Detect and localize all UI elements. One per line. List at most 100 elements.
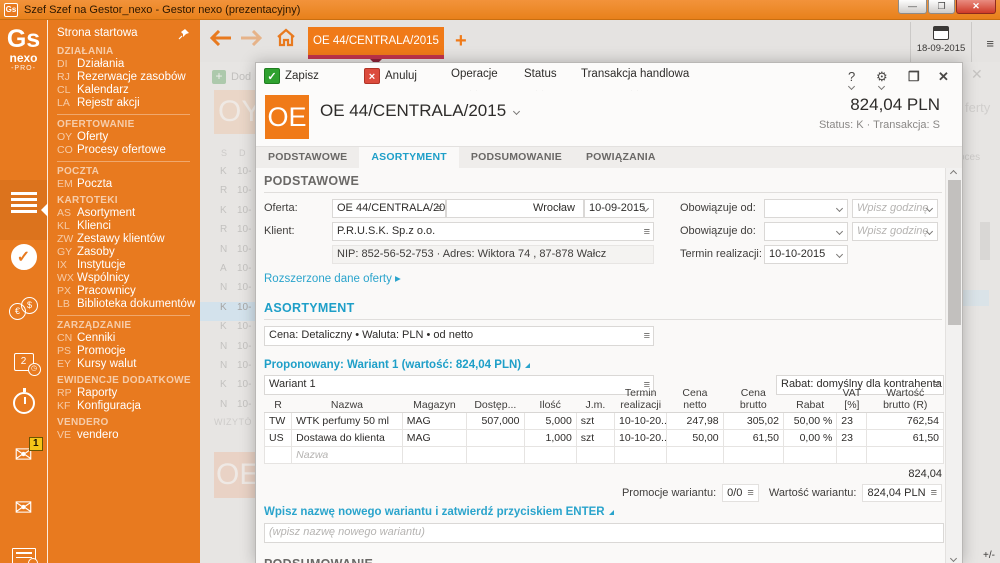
table-cell[interactable] bbox=[402, 447, 466, 464]
table-column-header[interactable]: Dostęp... bbox=[467, 386, 524, 413]
table-cell[interactable] bbox=[867, 447, 944, 464]
sidebar-item-gy[interactable]: GYZasoby bbox=[57, 246, 200, 259]
inbox-mail-icon[interactable]: ✉1 bbox=[0, 445, 47, 465]
table-column-header[interactable]: J.m. bbox=[576, 386, 614, 413]
rozszerzone-dane-link[interactable]: Rozszerzone dane oferty ▸ bbox=[264, 271, 401, 285]
sidebar-item-as[interactable]: ASAsortyment bbox=[57, 207, 200, 220]
table-cell[interactable] bbox=[467, 447, 524, 464]
field-menu-icon[interactable]: ≡ bbox=[644, 328, 650, 345]
table-cell[interactable]: 10-10-20... bbox=[615, 413, 667, 430]
wartosc-wariantu-field[interactable]: 824,04 PLN≡ bbox=[862, 484, 942, 502]
table-cell[interactable]: US bbox=[265, 430, 292, 447]
modules-menu-icon[interactable] bbox=[0, 189, 47, 216]
sidebar-item-rj[interactable]: RJRezerwacje zasobów bbox=[57, 71, 200, 84]
table-cell[interactable]: 61,50 bbox=[723, 430, 783, 447]
table-cell[interactable]: TW bbox=[265, 413, 292, 430]
sidebar-item-em[interactable]: EMPoczta bbox=[57, 178, 200, 191]
oferta-number-field[interactable]: OE 44/CENTRALA/2015≡ bbox=[332, 199, 446, 218]
table-column-header[interactable]: Wartość brutto (R) bbox=[867, 386, 944, 413]
plus-minus-control[interactable]: +/- bbox=[983, 550, 995, 561]
table-column-header[interactable]: Rabat bbox=[783, 386, 836, 413]
cancel-button[interactable]: × Anuluj bbox=[364, 68, 417, 84]
status-menu[interactable]: Status bbox=[524, 68, 557, 80]
scroll-down-icon[interactable] bbox=[950, 555, 957, 562]
table-column-header[interactable]: R bbox=[265, 386, 292, 413]
sidebar-item-px[interactable]: PXPracownicy bbox=[57, 285, 200, 298]
sidebar-item-kf[interactable]: KFKonfiguracja bbox=[57, 400, 200, 413]
currency-coins-icon[interactable]: €$ bbox=[0, 303, 47, 320]
table-cell[interactable]: Nazwa bbox=[292, 447, 403, 464]
dialog-scrollbar[interactable] bbox=[945, 168, 962, 563]
table-cell[interactable]: 507,000 bbox=[467, 413, 524, 430]
sidebar-item-ey[interactable]: EYKursy walut bbox=[57, 358, 200, 371]
table-cell[interactable] bbox=[837, 447, 867, 464]
table-column-header[interactable]: Termin realizacji bbox=[615, 386, 667, 413]
field-menu-icon[interactable]: ≡ bbox=[931, 487, 937, 499]
sidebar-item-ps[interactable]: PSPromocje bbox=[57, 345, 200, 358]
sidebar-item-la[interactable]: LARejestr akcji bbox=[57, 97, 200, 110]
new-tab-button[interactable]: + bbox=[455, 30, 467, 52]
table-cell[interactable] bbox=[615, 447, 667, 464]
table-cell[interactable]: 247,98 bbox=[667, 413, 723, 430]
table-cell[interactable] bbox=[723, 447, 783, 464]
table-cell[interactable]: 50,00 bbox=[667, 430, 723, 447]
sidebar-item-ix[interactable]: IXInstytucje bbox=[57, 259, 200, 272]
termin-realizacji-select[interactable]: 10-10-2015 bbox=[764, 245, 848, 264]
tab-powiązania[interactable]: POWIĄZANIA bbox=[574, 147, 668, 168]
help-button[interactable]: ? bbox=[848, 69, 855, 84]
forward-arrow-icon[interactable] bbox=[240, 30, 262, 46]
promocje-value-field[interactable]: 0/0≡ bbox=[722, 484, 759, 502]
restore-button[interactable]: ❐ bbox=[928, 0, 955, 14]
document-title[interactable]: OE 44/CENTRALA/2015 bbox=[320, 101, 519, 121]
collapse-triangle-icon[interactable] bbox=[525, 363, 530, 368]
transakcja-handlowa-menu[interactable]: Transakcja handlowa bbox=[581, 68, 689, 80]
table-column-header[interactable]: Magazyn bbox=[402, 386, 466, 413]
table-cell[interactable]: 23 bbox=[837, 413, 867, 430]
table-cell[interactable] bbox=[524, 447, 576, 464]
table-column-header[interactable]: Cena brutto bbox=[723, 386, 783, 413]
table-cell[interactable]: MAG bbox=[402, 430, 466, 447]
table-cell[interactable]: szt bbox=[576, 413, 614, 430]
sidebar-item-wx[interactable]: WXWspólnicy bbox=[57, 272, 200, 285]
table-row[interactable]: USDostawa do klientaMAG1,000szt10-10-20.… bbox=[265, 430, 944, 447]
sidebar-item-co[interactable]: COProcesy ofertowe bbox=[57, 144, 200, 157]
sidebar-item-lb[interactable]: LBBiblioteka dokumentów bbox=[57, 298, 200, 311]
dialog-close-button[interactable]: ✕ bbox=[938, 69, 949, 85]
calendar-clock-icon[interactable]: 2◷ bbox=[0, 353, 47, 371]
table-cell[interactable]: 762,54 bbox=[867, 413, 944, 430]
current-date-widget[interactable]: 18-09-2015 bbox=[910, 22, 972, 62]
table-column-header[interactable]: VAT [%] bbox=[837, 386, 867, 413]
field-menu-icon[interactable]: ≡ bbox=[436, 201, 442, 218]
sidebar-item-rp[interactable]: RPRaporty bbox=[57, 387, 200, 400]
sidebar-item-di[interactable]: DIDziałania bbox=[57, 58, 200, 71]
table-cell[interactable] bbox=[265, 447, 292, 464]
home-icon[interactable] bbox=[276, 28, 296, 47]
new-variant-hint-link[interactable]: Wpisz nazwę nowego wariantu i zatwierdź … bbox=[264, 506, 614, 518]
field-menu-icon[interactable]: ≡ bbox=[747, 487, 753, 499]
tab-asortyment[interactable]: ASORTYMENT bbox=[359, 147, 459, 168]
pin-icon[interactable] bbox=[178, 28, 190, 40]
table-cell[interactable] bbox=[667, 447, 723, 464]
do-time-select[interactable]: Wpisz godzinę bbox=[852, 222, 938, 241]
table-cell[interactable]: 1,000 bbox=[524, 430, 576, 447]
operacje-menu[interactable]: Operacje bbox=[451, 68, 498, 80]
tasks-check-icon[interactable]: ✓ bbox=[0, 244, 47, 270]
sidebar-item-cl[interactable]: CLKalendarz bbox=[57, 84, 200, 97]
table-column-header[interactable]: Nazwa bbox=[292, 386, 403, 413]
license-certificate-icon[interactable] bbox=[0, 548, 47, 563]
offer-date-select[interactable]: 10-09-2015 bbox=[584, 199, 654, 218]
table-column-header[interactable]: Cena netto bbox=[667, 386, 723, 413]
table-cell[interactable]: 305,02 bbox=[723, 413, 783, 430]
field-menu-icon[interactable]: ≡ bbox=[644, 224, 650, 241]
obowiazuje-od-select[interactable] bbox=[764, 199, 848, 218]
table-cell[interactable]: 50,00 % bbox=[783, 413, 836, 430]
sidebar-item-oy[interactable]: OYOferty bbox=[57, 131, 200, 144]
app-menu-icon[interactable]: ≡ bbox=[986, 36, 994, 51]
table-cell[interactable]: MAG bbox=[402, 413, 466, 430]
city-field[interactable]: Wrocław bbox=[446, 199, 584, 218]
table-column-header[interactable]: Ilość bbox=[524, 386, 576, 413]
klient-field[interactable]: P.R.U.S.K. Sp.z o.o.≡ bbox=[332, 222, 654, 241]
dialog-maximize-button[interactable]: ❒ bbox=[908, 69, 920, 85]
mail-icon[interactable]: ✉ bbox=[0, 498, 47, 518]
table-cell[interactable]: szt bbox=[576, 430, 614, 447]
